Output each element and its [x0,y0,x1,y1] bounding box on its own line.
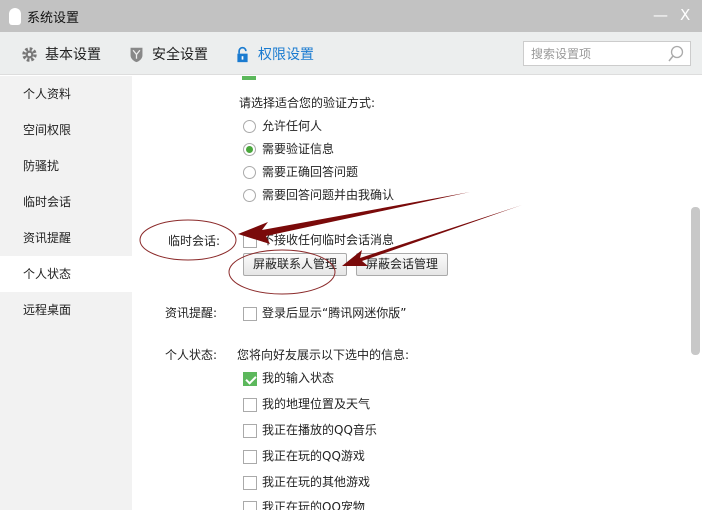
tab-label: 基本设置 [45,47,101,63]
status-qqgame-checkbox[interactable]: 我正在玩的QQ游戏 [243,447,365,464]
title-bar: 系统设置 — X [0,0,702,32]
checkbox-label: 不接收任何临时会话消息 [262,233,395,247]
qq-logo-icon [9,7,21,25]
checkbox-label: 我正在玩的QQ宠物 [262,500,365,510]
sidebar-item-profile[interactable]: 个人资料 [0,76,132,112]
news-label: 资讯提醒: [165,306,218,320]
checkbox-label: 我的输入状态 [262,371,335,385]
checkbox[interactable] [243,475,257,490]
search-placeholder: 搜索设置项 [531,47,592,61]
blocked-sessions-button[interactable]: 屏蔽会话管理 [356,253,449,276]
checkbox[interactable] [243,500,257,510]
checkbox[interactable] [243,306,257,321]
verify-prompt: 请选择适合您的验证方式: [239,96,376,110]
sidebar-item-anti-harassment[interactable]: 防骚扰 [0,148,132,184]
radio-allow-anyone[interactable]: 允许任何人 [243,117,322,134]
checkbox[interactable] [243,233,257,248]
checkbox[interactable] [243,371,257,386]
blocked-contacts-button[interactable]: 屏蔽联系人管理 [243,253,348,276]
checkbox-label: 我正在玩的QQ游戏 [262,449,365,463]
status-othergame-checkbox[interactable]: 我正在玩的其他游戏 [243,473,370,490]
status-typing-checkbox[interactable]: 我的输入状态 [243,369,334,386]
radio-correct-answer[interactable]: 需要正确回答问题 [243,163,358,180]
status-prompt: 您将向好友展示以下选中的信息: [237,348,410,362]
sidebar-item-news[interactable]: 资讯提醒 [0,220,132,256]
sidebar-item-space-permissions[interactable]: 空间权限 [0,112,132,148]
checkbox[interactable] [243,423,257,438]
lock-icon [237,46,248,62]
scrollbar[interactable] [690,76,702,510]
scrollbar-thumb[interactable] [691,207,700,355]
sidebar-item-personal-status[interactable]: 个人状态 [0,256,132,292]
tab-label: 安全设置 [152,47,208,63]
radio-label: 需要验证信息 [262,142,335,156]
checkbox-label: 我的地理位置及天气 [262,397,371,411]
minimize-button[interactable]: — [653,6,668,24]
radio-button[interactable] [243,143,256,156]
radio-button[interactable] [243,120,256,133]
radio-button[interactable] [243,166,256,179]
close-button[interactable]: X [680,6,690,24]
search-input[interactable]: 搜索设置项 [523,41,691,66]
sidebar-item-remote-desktop[interactable]: 远程桌面 [0,292,132,328]
search-icon[interactable] [667,45,685,63]
radio-answer-and-confirm[interactable]: 需要回答问题并由我确认 [243,186,394,203]
radio-label: 需要回答问题并由我确认 [262,188,395,202]
shield-icon [130,47,143,62]
tab-label: 权限设置 [258,47,314,63]
radio-require-verification[interactable]: 需要验证信息 [243,140,334,157]
tab-permission-settings[interactable]: 权限设置 [234,44,314,64]
checkbox-label: 我正在播放的QQ音乐 [262,423,377,437]
gear-icon [22,46,37,62]
tab-basic-settings[interactable]: 基本设置 [21,44,101,64]
sidebar-item-temp-chat[interactable]: 临时会话 [0,184,132,220]
status-music-checkbox[interactable]: 我正在播放的QQ音乐 [243,421,377,438]
status-pet-checkbox[interactable]: 我正在玩的QQ宠物 [243,498,365,510]
checkbox[interactable] [243,397,257,412]
temp-chat-label: 临时会话: [168,234,221,248]
settings-content: 请选择适合您的验证方式: 允许任何人 需要验证信息 需要正确回答问题 需要回答问… [132,76,690,510]
status-location-checkbox[interactable]: 我的地理位置及天气 [243,395,370,412]
status-label: 个人状态: [165,348,218,362]
radio-label: 允许任何人 [262,119,323,133]
checkbox-label: 我正在玩的其他游戏 [262,475,371,489]
checkbox-label: 登录后显示“腾讯网迷你版” [262,306,407,320]
radio-label: 需要正确回答问题 [262,165,359,179]
toolbar: 基本设置 安全设置 权限设置 搜索设置项 [0,32,702,75]
sidebar: 个人资料 空间权限 防骚扰 临时会话 资讯提醒 个人状态 远程桌面 [0,76,132,510]
checkbox[interactable] [243,449,257,464]
cut-off-checkbox[interactable] [242,76,256,80]
temp-chat-block-checkbox[interactable]: 不接收任何临时会话消息 [243,231,394,248]
news-mini-checkbox[interactable]: 登录后显示“腾讯网迷你版” [243,304,406,321]
radio-button[interactable] [243,189,256,202]
window-title: 系统设置 [27,10,80,26]
tab-security-settings[interactable]: 安全设置 [128,44,208,64]
